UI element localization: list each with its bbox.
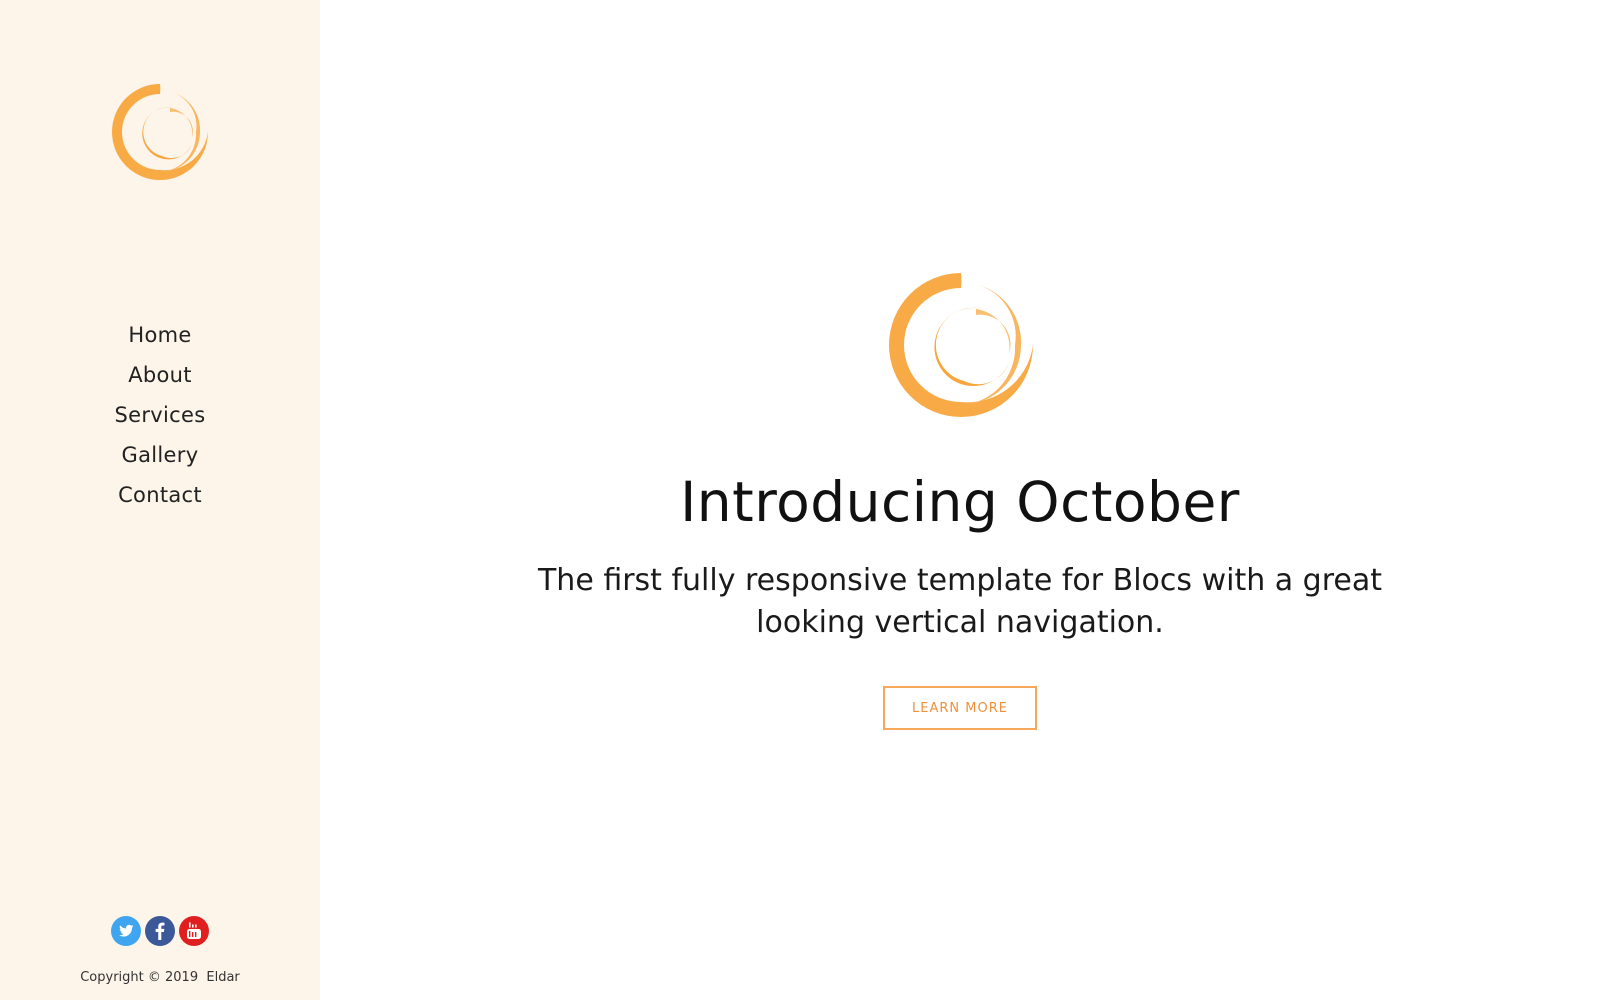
sidebar-nav: Home About Services Gallery Contact xyxy=(0,315,320,515)
youtube-icon[interactable] xyxy=(179,916,209,946)
hero-subtitle: The first fully responsive template for … xyxy=(537,563,1382,640)
hero-title: Introducing October xyxy=(680,470,1240,534)
nav-link-services[interactable]: Services xyxy=(115,403,206,427)
logo-icon[interactable] xyxy=(110,82,210,182)
facebook-icon[interactable] xyxy=(145,916,175,946)
nav-link-home[interactable]: Home xyxy=(128,323,191,347)
hero-logo-icon xyxy=(886,270,1036,420)
nav-item-contact: Contact xyxy=(0,475,320,515)
nav-item-gallery: Gallery xyxy=(0,435,320,475)
nav-link-gallery[interactable]: Gallery xyxy=(122,443,199,467)
sidebar: Home About Services Gallery Contact Copy… xyxy=(0,0,320,1000)
social-links xyxy=(0,916,320,946)
nav-item-home: Home xyxy=(0,315,320,355)
main-content: Introducing October The first fully resp… xyxy=(320,0,1600,1000)
page: Home About Services Gallery Contact Copy… xyxy=(0,0,1600,1000)
nav-item-about: About xyxy=(0,355,320,395)
twitter-icon[interactable] xyxy=(111,916,141,946)
nav-link-contact[interactable]: Contact xyxy=(118,483,202,507)
learn-more-button[interactable]: LEARN MORE xyxy=(883,686,1037,730)
copyright-text: Copyright © 2019 Eldar xyxy=(80,970,240,985)
nav-link-about[interactable]: About xyxy=(128,363,192,387)
nav-item-services: Services xyxy=(0,395,320,435)
